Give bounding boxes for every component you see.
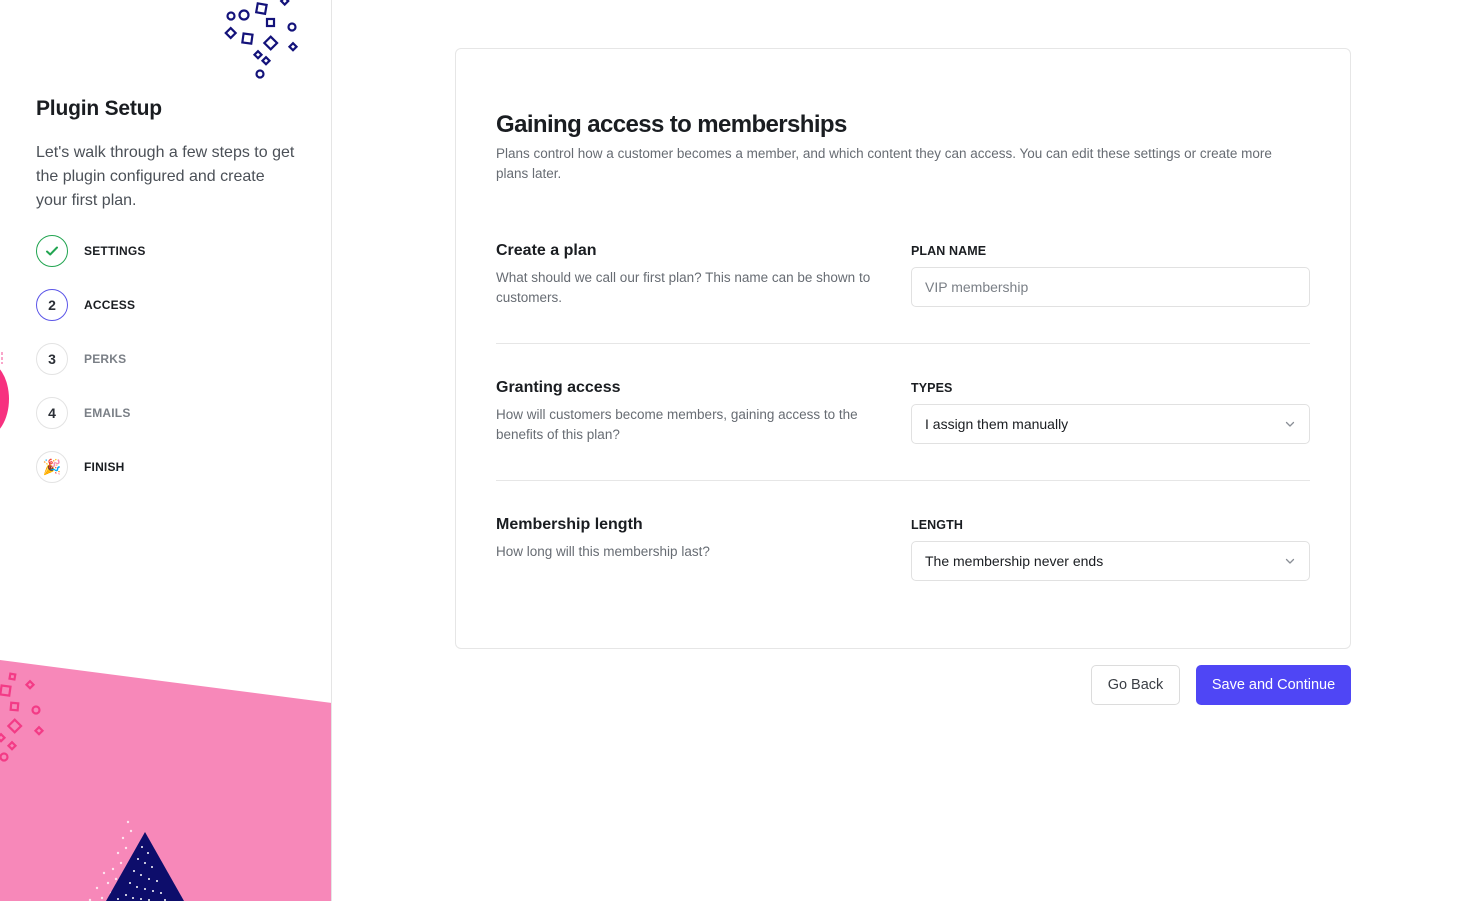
step-label: ACCESS (84, 298, 136, 312)
setup-sidebar: Plugin Setup Let's walk through a few st… (0, 0, 332, 901)
section-description: How long will this membership last? (496, 544, 710, 559)
step-label: EMAILS (84, 406, 131, 420)
chevron-down-icon (1285, 421, 1295, 427)
sidebar-title: Plugin Setup (36, 97, 162, 120)
step-number: 2 (36, 289, 68, 321)
party-popper-icon: 🎉 (36, 451, 68, 483)
pink-background-decoration (0, 660, 331, 901)
length-field: LENGTH The membership never ends (911, 518, 1310, 581)
plan-name-input[interactable] (911, 267, 1310, 307)
step-label: SETTINGS (84, 244, 146, 258)
section-divider (496, 343, 1310, 344)
types-select[interactable]: I assign them manually (911, 404, 1310, 444)
types-field: TYPES I assign them manually (911, 381, 1310, 444)
section-description: What should we call our first plan? This… (496, 270, 871, 305)
granting-access-section: Granting access How will customers becom… (496, 379, 1310, 445)
save-and-continue-button[interactable]: Save and Continue (1196, 665, 1351, 705)
access-settings-card: Gaining access to memberships Plans cont… (455, 48, 1351, 649)
selected-value: I assign them manually (925, 416, 1069, 432)
confetti-decoration (224, 0, 299, 79)
check-icon (46, 246, 58, 256)
step-complete-indicator (36, 235, 68, 267)
create-plan-section: Create a plan What should we call our fi… (496, 242, 1310, 308)
field-label: PLAN NAME (911, 244, 987, 258)
step-number: 4 (36, 397, 68, 429)
sidebar-description: Let's walk through a few steps to get th… (36, 144, 295, 209)
setup-steps: SETTINGS 2 ACCESS 3 PERKS 4 EMAILS 🎉 FIN… (36, 235, 146, 505)
plan-name-field: PLAN NAME (911, 244, 1310, 307)
field-label: TYPES (911, 381, 953, 395)
step-settings[interactable]: SETTINGS (36, 235, 146, 267)
step-number: 3 (36, 343, 68, 375)
selected-value: The membership never ends (925, 553, 1104, 569)
page-title: Gaining access to memberships (496, 111, 847, 138)
step-label: FINISH (84, 460, 125, 474)
membership-length-section: Membership length How long will this mem… (496, 516, 1310, 581)
page-description: Plans control how a customer becomes a m… (496, 146, 1272, 181)
step-access[interactable]: 2 ACCESS (36, 289, 146, 321)
pink-balloon-decoration (0, 352, 9, 429)
step-finish[interactable]: 🎉 FINISH (36, 451, 146, 483)
chevron-down-icon (1285, 558, 1295, 564)
section-divider (496, 480, 1310, 481)
field-label: LENGTH (911, 518, 963, 532)
step-emails[interactable]: 4 EMAILS (36, 397, 146, 429)
length-select[interactable]: The membership never ends (911, 541, 1310, 581)
go-back-button[interactable]: Go Back (1091, 665, 1180, 705)
section-description: How will customers become members, gaini… (496, 407, 858, 442)
step-perks[interactable]: 3 PERKS (36, 343, 146, 375)
step-label: PERKS (84, 352, 127, 366)
